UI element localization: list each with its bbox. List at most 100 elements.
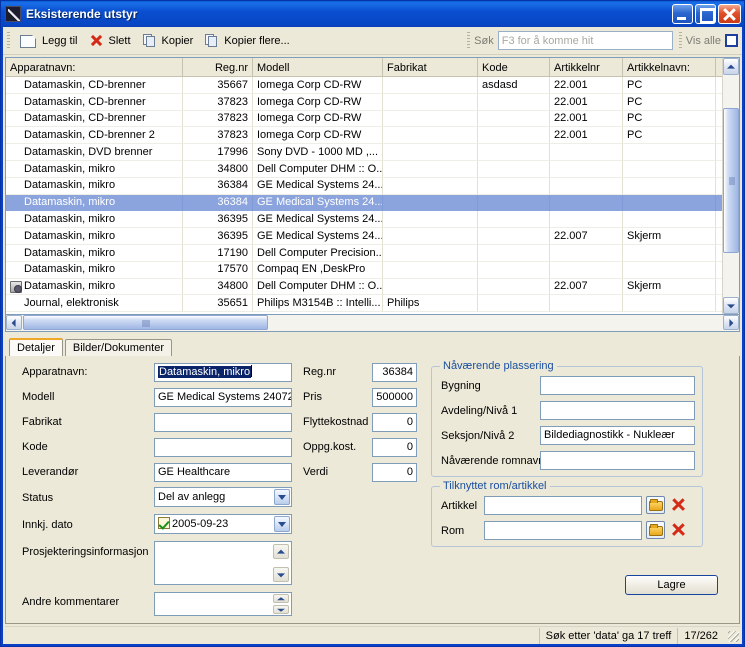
- romnavn-label: Nåværende romnavn:: [441, 455, 548, 467]
- table-row[interactable]: Datamaskin, CD-brenner 37823 Iomega Corp C…: [6, 93, 739, 111]
- grid-column-header[interactable]: Modell: [253, 58, 383, 77]
- table-row[interactable]: Datamaskin, mikro 34800 Dell Computer DHM …: [6, 278, 739, 296]
- rom-folder-icon[interactable]: [646, 521, 665, 539]
- table-row[interactable]: Journal, elektronisk 35651 Philips M3154B …: [6, 295, 739, 313]
- copy-many-button[interactable]: Kopier flere...: [201, 30, 296, 52]
- maximize-button[interactable]: [695, 4, 716, 24]
- kode-input[interactable]: [154, 438, 292, 457]
- table-cell: Datamaskin, DVD brenner: [6, 144, 183, 161]
- resize-grip[interactable]: [726, 629, 740, 643]
- toolbar-grip[interactable]: [7, 31, 10, 50]
- scroll-up-button[interactable]: [723, 58, 739, 75]
- date-chevron-down-icon[interactable]: [274, 516, 290, 532]
- prosjektering-textarea[interactable]: [154, 541, 292, 585]
- grid-column-header[interactable]: Artikkelnr: [550, 58, 623, 77]
- apparatnavn-input[interactable]: Datamaskin, mikro: [154, 363, 292, 382]
- copy-button[interactable]: Kopier: [139, 30, 201, 52]
- avdeling-input[interactable]: [540, 401, 695, 420]
- search-group-grip[interactable]: [467, 31, 471, 50]
- artikkel-folder-icon[interactable]: [646, 496, 665, 514]
- regnr-label: Reg.nr: [303, 366, 337, 378]
- table-cell: [383, 244, 478, 262]
- search-input[interactable]: [497, 31, 673, 50]
- table-row[interactable]: Datamaskin, mikro 36384 GE Medical Systems…: [6, 194, 739, 212]
- kommentarer-scroll-up-icon[interactable]: [273, 594, 289, 603]
- delete-button[interactable]: Slett: [85, 30, 137, 52]
- flyttekostnad-label: Flyttekostnad: [303, 416, 369, 428]
- table-cell: [383, 144, 478, 161]
- table-cell: 37823: [183, 93, 253, 111]
- chevron-down-icon[interactable]: [274, 489, 290, 505]
- table-row[interactable]: Datamaskin, CD-brenner 2 37823 Iomega Corp…: [6, 127, 739, 145]
- table-cell: Journal, elektronisk: [6, 295, 183, 313]
- prosjektering-label: Prosjekteringsinformasjon: [22, 546, 149, 558]
- table-cell: 36384: [183, 177, 253, 195]
- table-cell: [383, 278, 478, 296]
- grid-column-header[interactable]: Fabrikat: [383, 58, 478, 77]
- grid-vertical-scrollbar[interactable]: [722, 58, 739, 314]
- innkj-dato-datepicker[interactable]: 2005-09-23: [154, 514, 292, 534]
- tab-detaljer[interactable]: Detaljer: [9, 338, 63, 356]
- delete-button-label: Slett: [108, 34, 131, 47]
- status-combobox[interactable]: Del av anlegg: [154, 487, 292, 507]
- regnr-input[interactable]: 36384: [372, 363, 417, 382]
- prosjektering-scroll-up-icon[interactable]: [273, 544, 289, 559]
- show-all-checkbox[interactable]: [725, 34, 738, 47]
- tab-bilder-dokumenter[interactable]: Bilder/Dokumenter: [64, 339, 172, 356]
- scroll-down-button[interactable]: [723, 297, 739, 314]
- table-row[interactable]: Datamaskin, mikro 36395 GE Medical Systems…: [6, 228, 739, 245]
- modell-input[interactable]: GE Medical Systems 24072: [154, 388, 292, 407]
- verdi-input[interactable]: 0: [372, 463, 417, 482]
- table-cell: [550, 177, 623, 195]
- horizontal-scroll-thumb[interactable]: [23, 315, 268, 330]
- grid-column-header[interactable]: Artikkelnavn:: [623, 58, 716, 77]
- table-cell: [623, 177, 716, 195]
- bygning-input[interactable]: [540, 376, 695, 395]
- fabrikat-input[interactable]: [154, 413, 292, 432]
- leverandor-input[interactable]: GE Healthcare: [154, 463, 292, 482]
- table-row[interactable]: Datamaskin, mikro 34800 Dell Computer DHM …: [6, 160, 739, 178]
- grid-horizontal-scrollbar[interactable]: [5, 315, 740, 332]
- delete-x-icon: [88, 33, 104, 49]
- artikkel-delete-x-icon[interactable]: [669, 496, 688, 514]
- vertical-scroll-thumb[interactable]: [723, 108, 739, 253]
- flyttekostnad-input[interactable]: 0: [372, 413, 417, 432]
- romnavn-input[interactable]: [540, 451, 695, 470]
- table-cell: Datamaskin, mikro: [6, 228, 183, 245]
- equipment-grid: Apparatnavn: Reg.nr Modell Fabrikat Kode Arti…: [5, 57, 740, 315]
- save-button[interactable]: Lagre: [625, 575, 718, 595]
- kommentarer-scroll-down-icon[interactable]: [273, 605, 289, 614]
- add-button[interactable]: Legg til: [14, 30, 84, 52]
- table-row[interactable]: Datamaskin, CD-brenner 37823 Iomega Corp C…: [6, 110, 739, 128]
- apparatnavn-label: Apparatnavn:: [22, 366, 88, 378]
- table-cell: PC: [623, 93, 716, 111]
- table-cell: [623, 295, 716, 313]
- table-cell: GE Medical Systems 24...: [253, 194, 383, 212]
- table-cell: [623, 144, 716, 161]
- pris-input[interactable]: 500000: [372, 388, 417, 407]
- grid-column-header[interactable]: Apparatnavn:: [6, 58, 183, 77]
- minimize-button[interactable]: [672, 4, 693, 24]
- rom-input[interactable]: [484, 521, 642, 540]
- andre-kommentarer-textarea[interactable]: [154, 592, 292, 616]
- table-row[interactable]: Datamaskin, DVD brenner 17996 Sony DVD - 1…: [6, 144, 739, 161]
- table-row[interactable]: Datamaskin, mikro 17190 Dell Computer Prec…: [6, 244, 739, 262]
- oppgkost-input[interactable]: 0: [372, 438, 417, 457]
- date-enabled-checkbox[interactable]: [158, 517, 170, 529]
- table-row[interactable]: Datamaskin, mikro 36395 GE Medical Systems…: [6, 211, 739, 229]
- table-row[interactable]: Datamaskin, mikro 17570 Compaq EN ,DeskPro: [6, 261, 739, 279]
- prosjektering-scroll-down-icon[interactable]: [273, 567, 289, 582]
- table-row[interactable]: Datamaskin, CD-brenner 35667 Iomega Corp C…: [6, 77, 739, 94]
- seksjon-input[interactable]: Bildediagnostikk - Nukleær: [540, 426, 695, 445]
- scroll-left-button[interactable]: [6, 315, 22, 330]
- close-button[interactable]: [718, 4, 741, 24]
- table-row[interactable]: Datamaskin, mikro 36384 GE Medical Systems…: [6, 177, 739, 195]
- artikkel-input[interactable]: [484, 496, 642, 515]
- grid-column-header[interactable]: Reg.nr: [183, 58, 253, 77]
- table-cell: 34800: [183, 278, 253, 296]
- grid-column-header[interactable]: Kode: [478, 58, 550, 77]
- scroll-right-button[interactable]: [723, 315, 739, 330]
- table-cell: [623, 211, 716, 229]
- showall-group-grip[interactable]: [678, 31, 682, 50]
- rom-delete-x-icon[interactable]: [669, 521, 688, 539]
